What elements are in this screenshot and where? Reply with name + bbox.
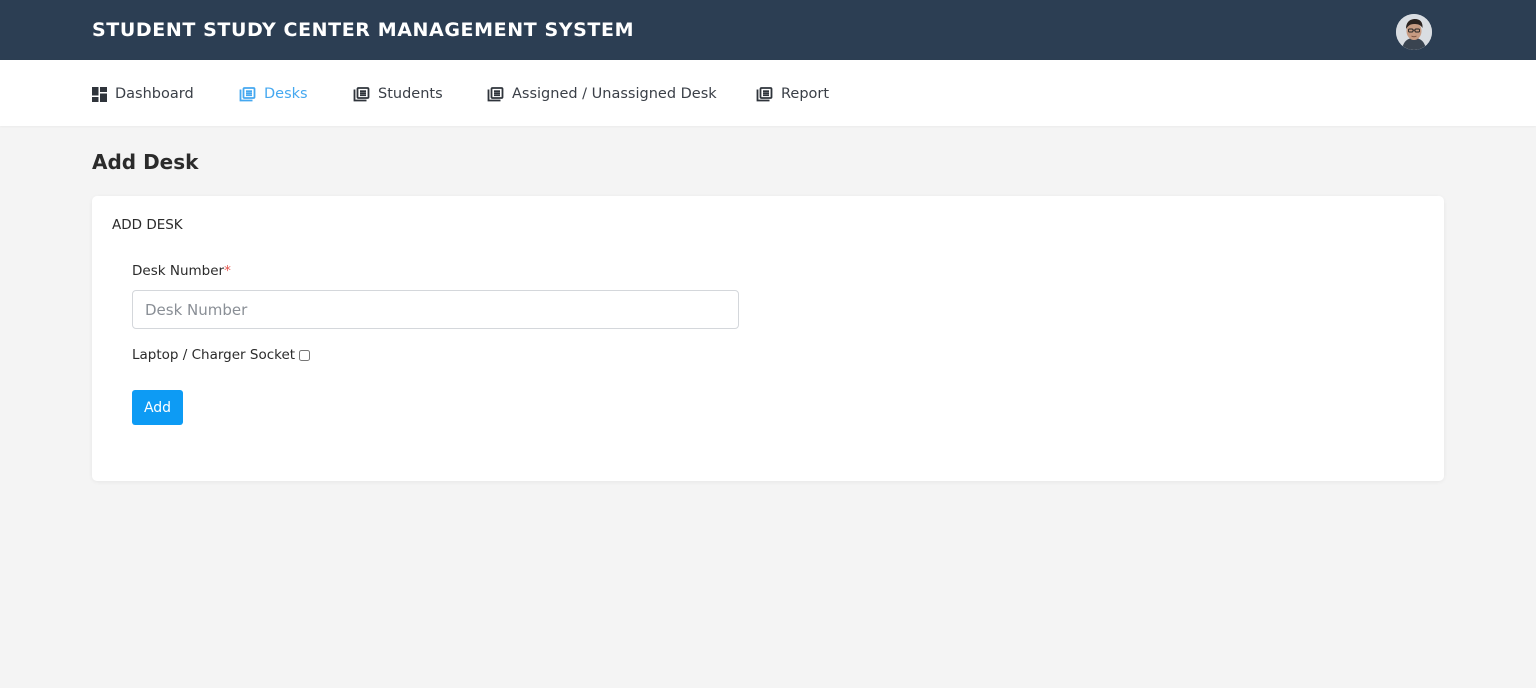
- list-icon: [487, 86, 504, 102]
- nav-item-label: Report: [781, 86, 830, 102]
- desk-number-input[interactable]: [132, 290, 739, 329]
- nav-item-assigned-unassigned-desk[interactable]: Assigned / Unassigned Desk: [487, 84, 717, 104]
- page-title: Add Desk: [92, 150, 199, 174]
- list-icon: [353, 86, 370, 102]
- required-asterisk: *: [224, 263, 231, 279]
- main-navigation: Dashboard Desks Students Assigned / Unas…: [0, 60, 1536, 126]
- nav-item-label: Desks: [264, 86, 308, 102]
- nav-item-students[interactable]: Students: [353, 84, 443, 104]
- socket-label: Laptop / Charger Socket: [132, 347, 296, 363]
- socket-option: Laptop / Charger Socket: [132, 347, 311, 363]
- desk-number-label: Desk Number*: [132, 263, 231, 279]
- nav-item-label: Assigned / Unassigned Desk: [512, 86, 717, 102]
- nav-item-dashboard[interactable]: Dashboard: [92, 84, 194, 104]
- nav-item-label: Students: [378, 86, 443, 102]
- card-title: ADD DESK: [112, 217, 183, 233]
- top-header: STUDENT STUDY CENTER MANAGEMENT SYSTEM: [0, 0, 1536, 60]
- list-icon: [239, 86, 256, 102]
- dashboard-icon: [92, 86, 107, 102]
- app-title: STUDENT STUDY CENTER MANAGEMENT SYSTEM: [92, 19, 635, 41]
- socket-checkbox[interactable]: [299, 349, 311, 361]
- add-button[interactable]: Add: [132, 390, 183, 425]
- nav-item-report[interactable]: Report: [756, 84, 829, 104]
- add-desk-card: ADD DESK Desk Number* Laptop / Charger S…: [92, 196, 1444, 481]
- desk-number-label-text: Desk Number: [132, 263, 225, 279]
- nav-item-desks[interactable]: Desks: [239, 84, 308, 104]
- list-icon: [756, 86, 773, 102]
- nav-item-label: Dashboard: [115, 86, 194, 102]
- user-avatar-icon[interactable]: [1396, 14, 1432, 50]
